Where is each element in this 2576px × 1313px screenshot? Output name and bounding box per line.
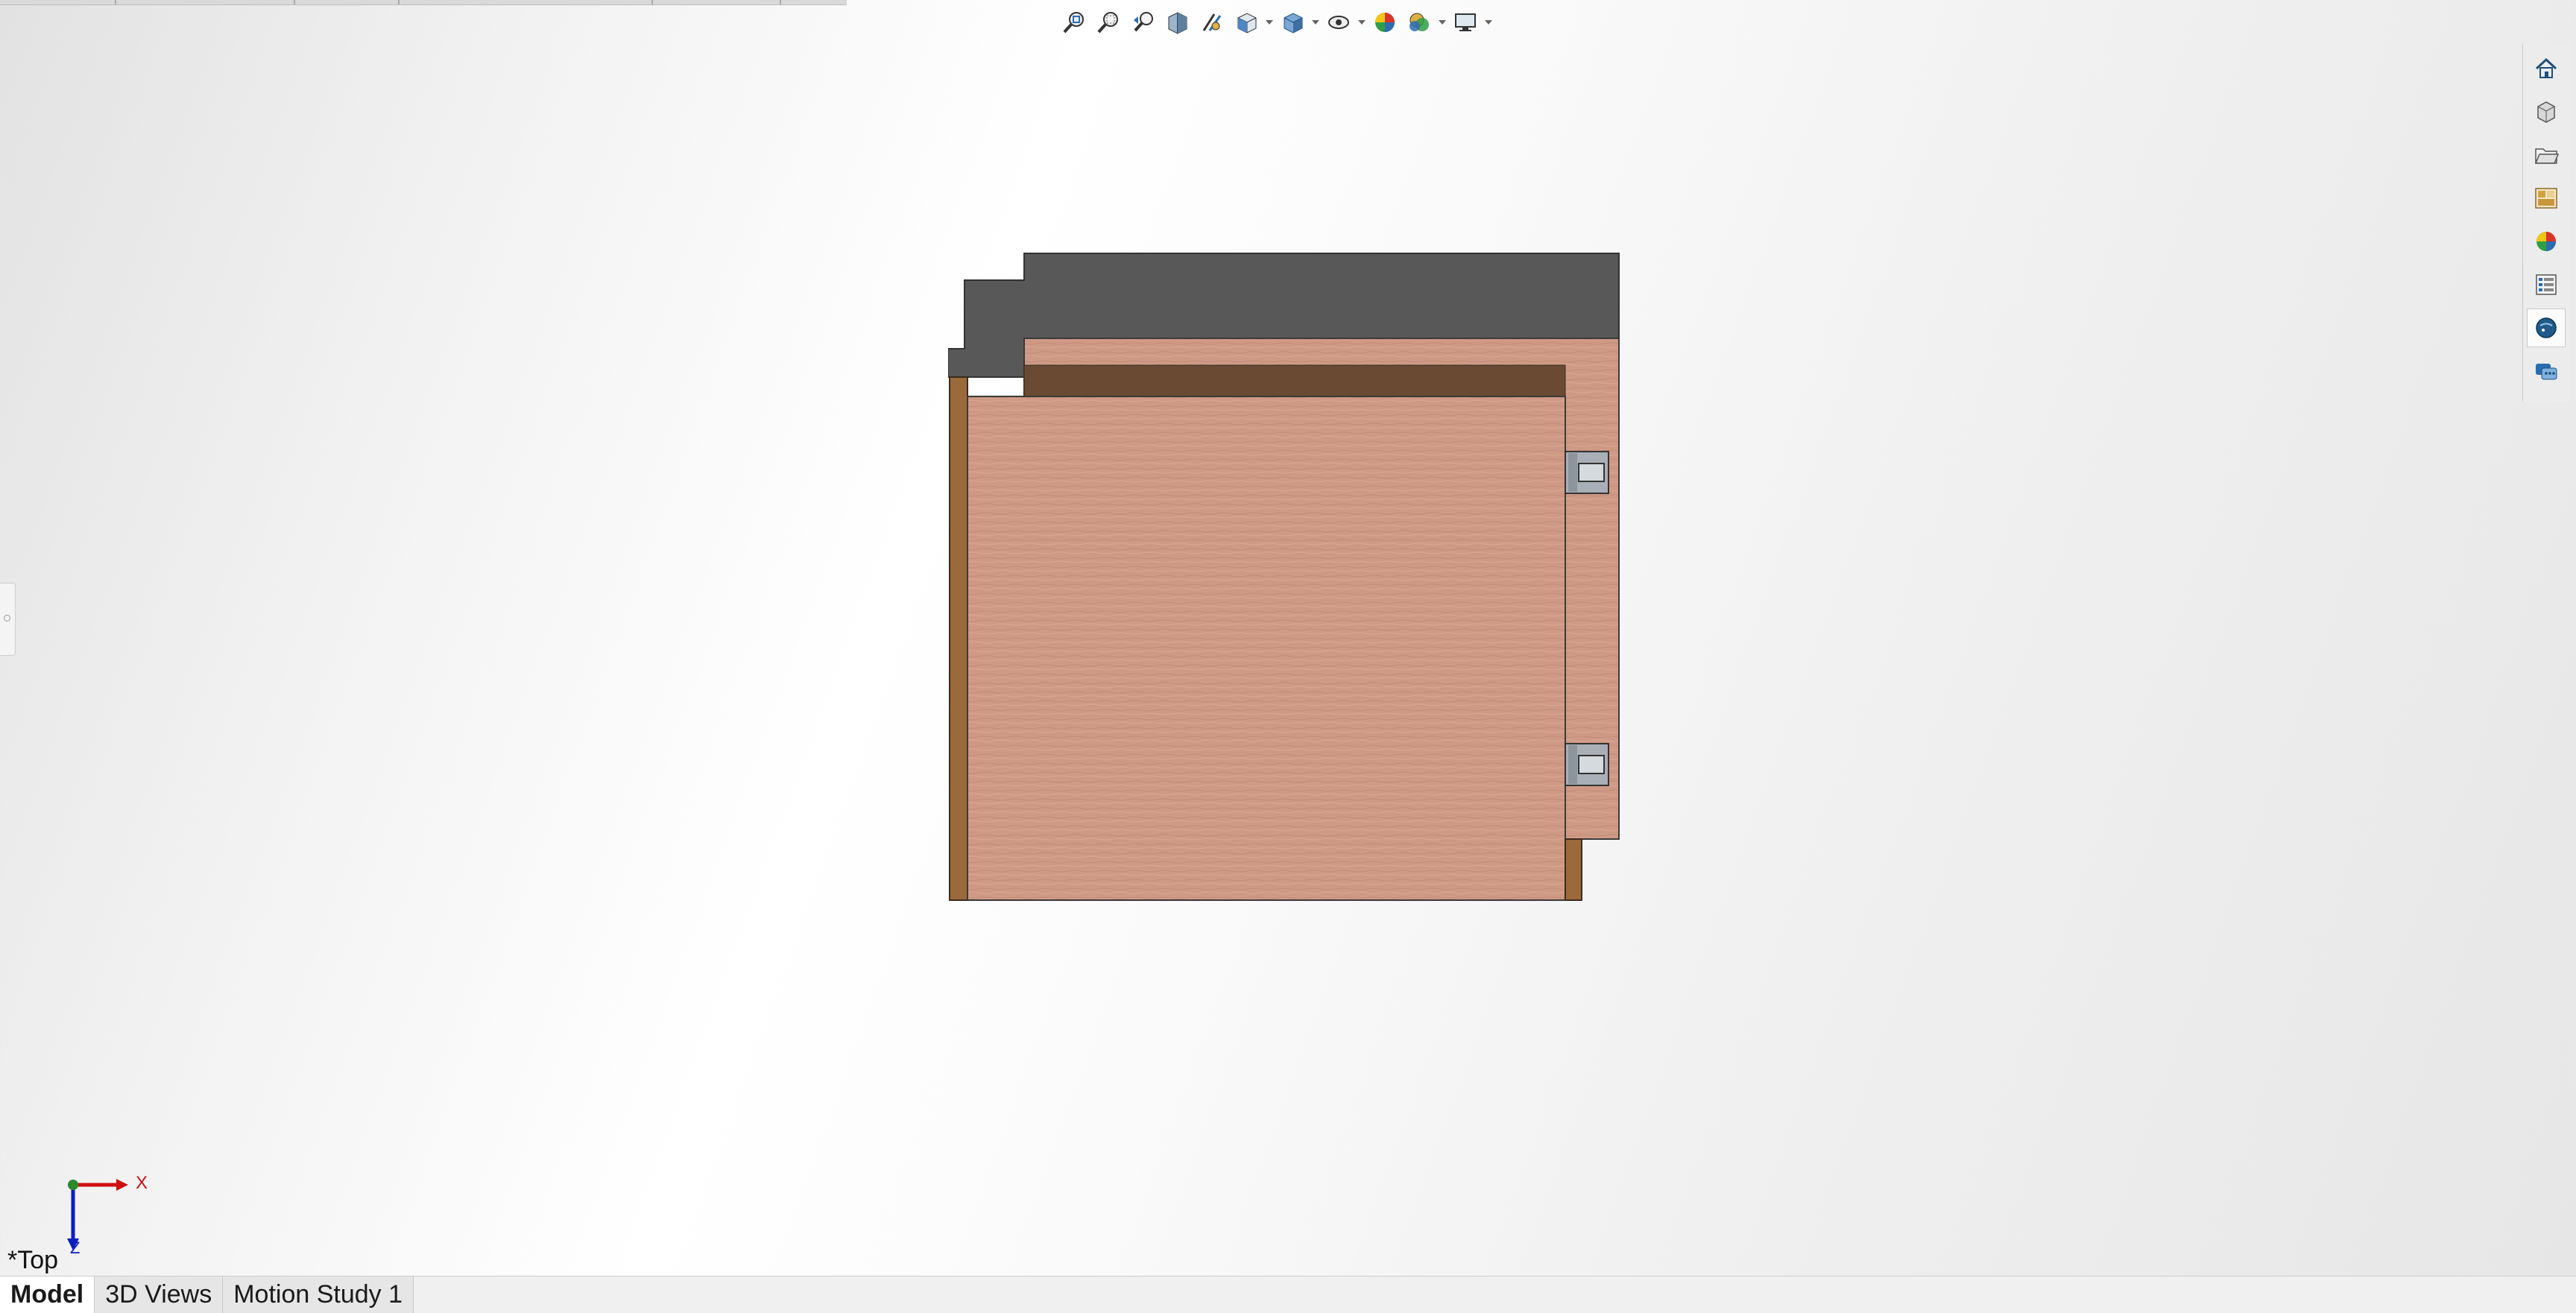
view-settings-caret[interactable] [1483, 6, 1494, 39]
appearances-scenes-icon[interactable] [2527, 222, 2566, 261]
custom-properties-icon[interactable] [2527, 265, 2566, 304]
hide-show-caret[interactable] [1357, 6, 1367, 39]
reference-triad: X Z [45, 1162, 157, 1259]
3d-part-library-icon[interactable] [2527, 92, 2566, 131]
bottom-tab-bar: Model 3D Views Motion Study 1 [0, 1276, 2576, 1313]
apply-scene-icon[interactable] [1403, 6, 1436, 39]
tab-3d-views[interactable]: 3D Views [95, 1276, 224, 1313]
zoom-to-fit-icon[interactable] [1058, 6, 1091, 39]
view-orientation-label: *Top [7, 1246, 59, 1274]
display-style-caret[interactable] [1310, 6, 1321, 39]
home-icon[interactable] [2527, 49, 2566, 88]
hinge-top [1565, 451, 1609, 494]
x-axis-label: X [136, 1173, 148, 1193]
heads-up-view-toolbar [1058, 6, 1494, 39]
view-palette-icon[interactable] [2527, 179, 2566, 218]
view-orientation-icon[interactable] [1230, 6, 1263, 39]
task-pane-tabs [2522, 45, 2569, 401]
feature-manager-collapse-handle[interactable] [0, 583, 16, 656]
model-geometry[interactable] [948, 252, 1622, 902]
dynamic-annotation-icon[interactable] [1196, 6, 1228, 39]
apply-scene-caret[interactable] [1437, 6, 1448, 39]
tab-motion-study-1[interactable]: Motion Study 1 [223, 1276, 414, 1313]
previous-view-icon[interactable] [1127, 6, 1160, 39]
z-axis-label: Z [70, 1238, 80, 1257]
section-view-icon[interactable] [1161, 6, 1194, 39]
zoom-to-area-icon[interactable] [1093, 6, 1126, 39]
view-settings-icon[interactable] [1449, 6, 1482, 39]
display-style-icon[interactable] [1276, 6, 1309, 39]
edit-appearance-icon[interactable] [1368, 6, 1401, 39]
top-toolbar-strip [0, 0, 847, 5]
hide-show-items-icon[interactable] [1322, 6, 1355, 39]
3dexperience-marketplace-icon[interactable] [2527, 309, 2566, 347]
solidworks-forum-icon[interactable] [2527, 352, 2566, 390]
hinge-bottom [1565, 743, 1609, 786]
view-orientation-caret[interactable] [1264, 6, 1275, 39]
file-explorer-icon[interactable] [2527, 136, 2566, 174]
door-panel [967, 396, 1566, 901]
graphics-area[interactable]: X Z *Top [0, 0, 2576, 1276]
tab-model[interactable]: Model [0, 1276, 95, 1313]
